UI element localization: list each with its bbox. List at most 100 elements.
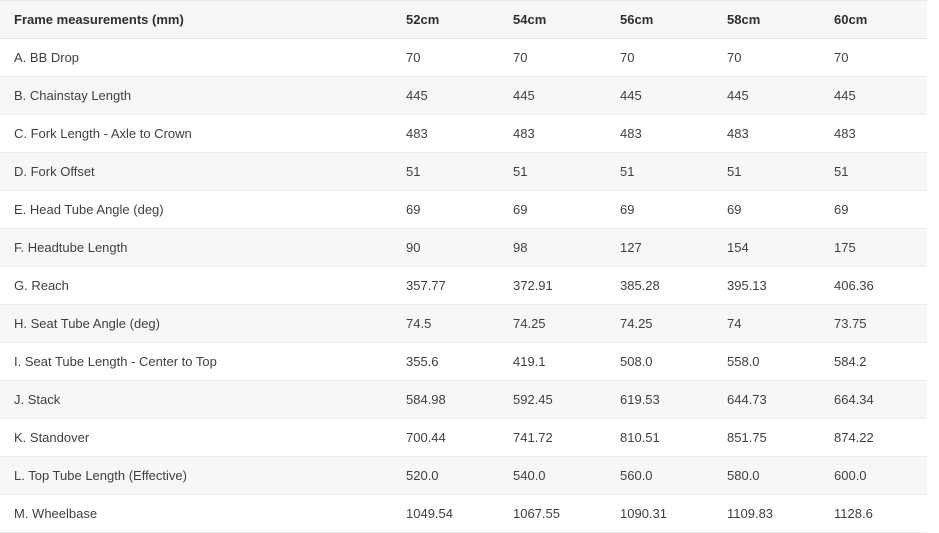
cell-value: 51 [819,152,927,191]
table-row: B. Chainstay Length 445 445 445 445 445 [0,76,927,115]
cell-value: 560.0 [605,456,712,495]
row-label: G. Reach [0,266,391,305]
column-header-measurement: Frame measurements (mm) [0,0,391,39]
table-row: F. Headtube Length 90 98 127 154 175 [0,228,927,267]
cell-value: 98 [498,228,605,267]
cell-value: 619.53 [605,380,712,419]
cell-value: 445 [391,76,498,115]
cell-value: 1109.83 [712,494,819,533]
column-header-size-58cm: 58cm [712,0,819,39]
cell-value: 73.75 [819,304,927,343]
cell-value: 51 [498,152,605,191]
cell-value: 508.0 [605,342,712,381]
cell-value: 419.1 [498,342,605,381]
cell-value: 664.34 [819,380,927,419]
cell-value: 483 [498,114,605,153]
row-label: A. BB Drop [0,38,391,77]
cell-value: 70 [605,38,712,77]
cell-value: 355.6 [391,342,498,381]
cell-value: 483 [605,114,712,153]
table-row: I. Seat Tube Length - Center to Top 355.… [0,342,927,381]
table-row: L. Top Tube Length (Effective) 520.0 540… [0,456,927,495]
table-row: C. Fork Length - Axle to Crown 483 483 4… [0,114,927,153]
frame-geometry-table-container: Frame measurements (mm) 52cm 54cm 56cm 5… [0,0,927,533]
row-label: I. Seat Tube Length - Center to Top [0,342,391,381]
cell-value: 90 [391,228,498,267]
cell-value: 69 [712,190,819,229]
cell-value: 69 [498,190,605,229]
cell-value: 69 [819,190,927,229]
cell-value: 592.45 [498,380,605,419]
cell-value: 385.28 [605,266,712,305]
cell-value: 175 [819,228,927,267]
cell-value: 74.25 [498,304,605,343]
column-header-size-56cm: 56cm [605,0,712,39]
cell-value: 584.2 [819,342,927,381]
row-label: M. Wheelbase [0,494,391,533]
cell-value: 540.0 [498,456,605,495]
cell-value: 406.36 [819,266,927,305]
cell-value: 445 [605,76,712,115]
cell-value: 1090.31 [605,494,712,533]
cell-value: 51 [605,152,712,191]
cell-value: 483 [712,114,819,153]
cell-value: 445 [712,76,819,115]
column-header-size-52cm: 52cm [391,0,498,39]
cell-value: 70 [498,38,605,77]
column-header-size-54cm: 54cm [498,0,605,39]
table-row: E. Head Tube Angle (deg) 69 69 69 69 69 [0,190,927,229]
table-row: D. Fork Offset 51 51 51 51 51 [0,152,927,191]
cell-value: 445 [498,76,605,115]
table-row: A. BB Drop 70 70 70 70 70 [0,38,927,77]
cell-value: 127 [605,228,712,267]
cell-value: 851.75 [712,418,819,457]
row-label: C. Fork Length - Axle to Crown [0,114,391,153]
row-label: J. Stack [0,380,391,419]
cell-value: 395.13 [712,266,819,305]
table-header-row: Frame measurements (mm) 52cm 54cm 56cm 5… [0,0,927,39]
cell-value: 1049.54 [391,494,498,533]
table-row: M. Wheelbase 1049.54 1067.55 1090.31 110… [0,494,927,533]
cell-value: 357.77 [391,266,498,305]
cell-value: 584.98 [391,380,498,419]
cell-value: 580.0 [712,456,819,495]
row-label: H. Seat Tube Angle (deg) [0,304,391,343]
cell-value: 810.51 [605,418,712,457]
row-label: E. Head Tube Angle (deg) [0,190,391,229]
cell-value: 154 [712,228,819,267]
cell-value: 70 [391,38,498,77]
cell-value: 69 [605,190,712,229]
row-label: K. Standover [0,418,391,457]
cell-value: 483 [819,114,927,153]
cell-value: 51 [712,152,819,191]
cell-value: 874.22 [819,418,927,457]
cell-value: 700.44 [391,418,498,457]
cell-value: 644.73 [712,380,819,419]
cell-value: 70 [819,38,927,77]
cell-value: 74 [712,304,819,343]
row-label: D. Fork Offset [0,152,391,191]
frame-geometry-table: Frame measurements (mm) 52cm 54cm 56cm 5… [0,0,927,533]
cell-value: 74.5 [391,304,498,343]
cell-value: 51 [391,152,498,191]
table-body: A. BB Drop 70 70 70 70 70 B. Chainstay L… [0,38,927,533]
cell-value: 558.0 [712,342,819,381]
row-label: L. Top Tube Length (Effective) [0,456,391,495]
cell-value: 445 [819,76,927,115]
cell-value: 1128.6 [819,494,927,533]
row-label: B. Chainstay Length [0,76,391,115]
column-header-size-60cm: 60cm [819,0,927,39]
cell-value: 741.72 [498,418,605,457]
cell-value: 70 [712,38,819,77]
table-row: K. Standover 700.44 741.72 810.51 851.75… [0,418,927,457]
row-label: F. Headtube Length [0,228,391,267]
cell-value: 1067.55 [498,494,605,533]
table-row: J. Stack 584.98 592.45 619.53 644.73 664… [0,380,927,419]
cell-value: 74.25 [605,304,712,343]
table-row: G. Reach 357.77 372.91 385.28 395.13 406… [0,266,927,305]
cell-value: 69 [391,190,498,229]
table-row: H. Seat Tube Angle (deg) 74.5 74.25 74.2… [0,304,927,343]
cell-value: 483 [391,114,498,153]
cell-value: 600.0 [819,456,927,495]
table-head: Frame measurements (mm) 52cm 54cm 56cm 5… [0,0,927,39]
